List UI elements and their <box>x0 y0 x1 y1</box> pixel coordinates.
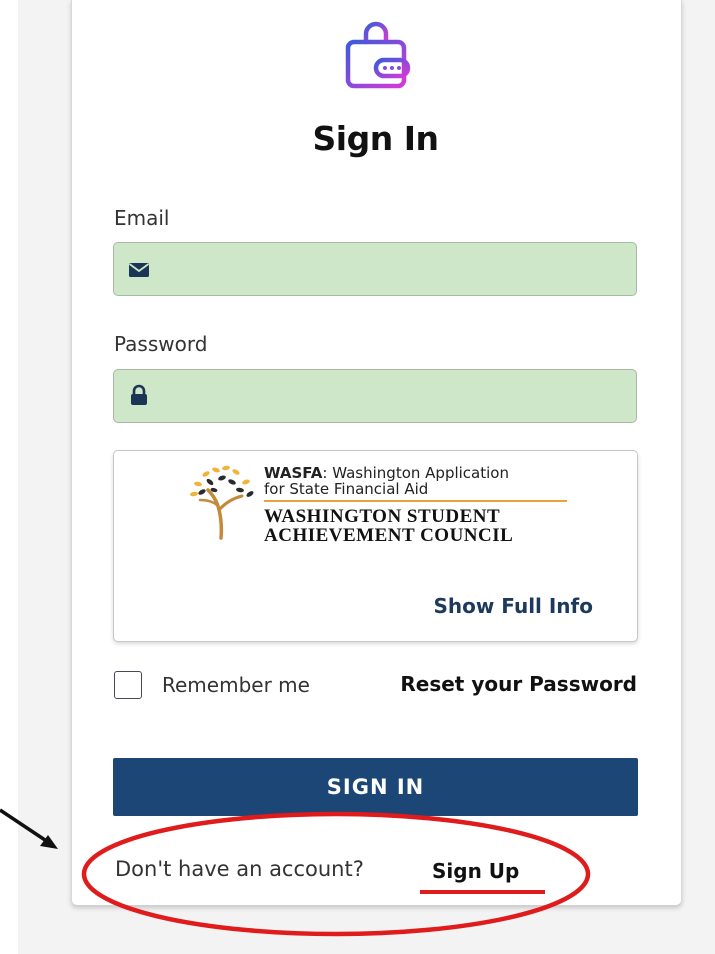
wasfa-subtitle: for State Financial Aid <box>264 480 429 498</box>
envelope-icon <box>128 263 150 277</box>
show-full-info-link[interactable]: Show Full Info <box>433 594 593 618</box>
wasfa-divider <box>264 500 567 502</box>
sign-up-link[interactable]: Sign Up <box>432 859 519 883</box>
no-account-text: Don't have an account? <box>115 857 364 881</box>
wsac-line-2: ACHIEVEMENT COUNCIL <box>264 525 514 546</box>
reset-password-link[interactable]: Reset your Password <box>400 672 637 696</box>
sign-in-button[interactable]: SIGN IN <box>113 758 638 816</box>
lock-icon <box>131 384 147 405</box>
email-label: Email <box>114 206 170 230</box>
wallet-lock-icon <box>345 21 411 89</box>
tree-icon <box>190 465 254 540</box>
remember-me-checkbox[interactable] <box>114 671 142 699</box>
page-title: Sign In <box>312 119 439 158</box>
password-label: Password <box>114 332 208 356</box>
email-field[interactable] <box>113 242 637 296</box>
remember-me-label: Remember me <box>162 673 310 697</box>
password-field[interactable] <box>113 369 637 423</box>
